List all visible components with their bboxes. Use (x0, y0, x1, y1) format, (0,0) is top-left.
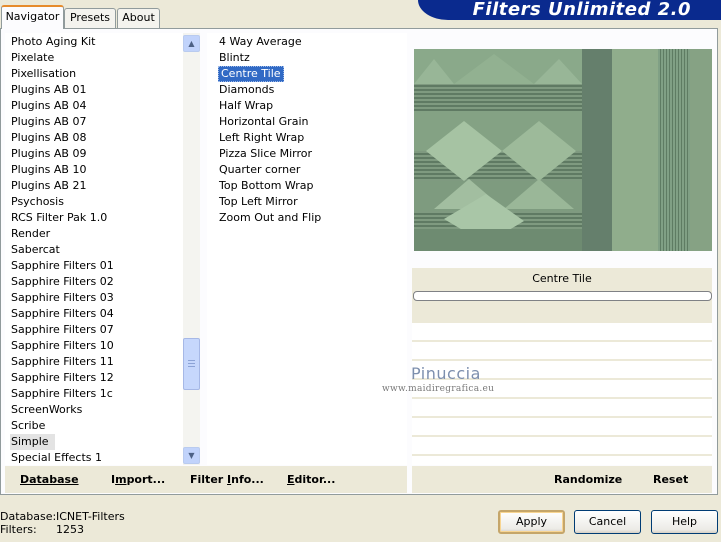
preview-image (414, 49, 712, 251)
filter-item[interactable]: Top Bottom Wrap (219, 178, 314, 194)
tab-navigator[interactable]: Navigator (1, 5, 64, 29)
category-item[interactable]: Pixellisation (11, 66, 76, 82)
category-item[interactable]: Special Effects 1 (11, 450, 102, 465)
filters-count: 1253 (56, 523, 84, 536)
category-item[interactable]: Sabercat (11, 242, 60, 258)
param-slot-2[interactable] (412, 342, 712, 359)
editor-button[interactable]: Editor... (287, 473, 335, 486)
scroll-thumb[interactable] (183, 338, 200, 390)
editor-label-post: ditor... (294, 473, 336, 486)
filter-item[interactable]: Half Wrap (219, 98, 273, 114)
category-item[interactable]: Sapphire Filters 12 (11, 370, 114, 386)
category-item[interactable]: Plugins AB 10 (11, 162, 86, 178)
category-item[interactable]: Psychosis (11, 194, 64, 210)
category-item[interactable]: Sapphire Filters 02 (11, 274, 114, 290)
category-item[interactable]: Plugins AB 21 (11, 178, 86, 194)
progress-bar (413, 291, 712, 301)
category-item[interactable]: Render (11, 226, 50, 242)
preview-filter-name: Centre Tile (532, 272, 592, 285)
filterinfo-label-pre: Filter (190, 473, 228, 486)
filterinfo-label-post: nfo... (231, 473, 264, 486)
filter-item[interactable]: 4 Way Average (219, 34, 302, 50)
filter-item[interactable]: Horizontal Grain (219, 114, 308, 130)
apply-button[interactable]: Apply (498, 510, 565, 534)
category-list[interactable]: Photo Aging Kit Pixelate Pixellisation Plug… (5, 33, 183, 465)
category-item[interactable]: RCS Filter Pak 1.0 (11, 210, 107, 226)
right-toolbar: Randomize Reset (412, 466, 712, 493)
import-label-post: port... (126, 473, 166, 486)
editor-label-hotkey: E (287, 473, 295, 486)
database-value: ICNET-Filters (56, 510, 125, 523)
help-button[interactable]: Help (651, 510, 718, 534)
scroll-down-button[interactable]: ▼ (183, 447, 200, 464)
category-item[interactable]: Plugins AB 08 (11, 130, 86, 146)
database-button[interactable]: Database (20, 473, 79, 486)
import-label-hotkey: m (115, 473, 127, 486)
database-label: Database: (0, 510, 57, 523)
filter-item[interactable]: Diamonds (219, 82, 274, 98)
cancel-button[interactable]: Cancel (574, 510, 641, 534)
randomize-button[interactable]: Randomize (554, 473, 622, 486)
category-item[interactable]: Photo Aging Kit (11, 34, 95, 50)
category-item[interactable]: Sapphire Filters 11 (11, 354, 114, 370)
filter-item[interactable]: Blintz (219, 50, 250, 66)
category-item[interactable]: Pixelate (11, 50, 54, 66)
category-item[interactable]: Sapphire Filters 1c (11, 386, 113, 402)
filter-item[interactable]: Left Right Wrap (219, 130, 304, 146)
category-item[interactable]: ScreenWorks (11, 402, 82, 418)
category-item[interactable]: Scribe (11, 418, 45, 434)
left-toolbar: Database Import... Filter Info... Editor… (5, 466, 407, 493)
watermark-url: www.maidiregrafica.eu (382, 384, 495, 394)
filter-item[interactable]: Top Left Mirror (219, 194, 298, 210)
filter-list[interactable]: 4 Way Average Blintz Centre Tile Diamonds Ha… (207, 33, 407, 465)
app-banner: Filters Unlimited 2.0 (418, 0, 721, 20)
param-slot-6[interactable] (412, 418, 712, 435)
category-item[interactable]: Sapphire Filters 04 (11, 306, 114, 322)
param-slot-1[interactable] (412, 323, 712, 340)
category-item[interactable]: Plugins AB 04 (11, 98, 86, 114)
filter-item[interactable]: Quarter corner (219, 162, 300, 178)
category-scrollbar[interactable]: ▲ ▼ (183, 33, 200, 465)
category-item[interactable]: Sapphire Filters 07 (11, 322, 114, 338)
category-item[interactable]: Plugins AB 01 (11, 82, 86, 98)
category-item[interactable]: Sapphire Filters 10 (11, 338, 114, 354)
filter-item[interactable]: Centre Tile (218, 66, 284, 82)
filter-item[interactable]: Zoom Out and Flip (219, 210, 321, 226)
filter-info-button[interactable]: Filter Info... (190, 473, 264, 486)
tab-presets[interactable]: Presets (64, 8, 116, 28)
import-button[interactable]: Import... (111, 473, 165, 486)
tab-about[interactable]: About (117, 8, 160, 28)
filters-label: Filters: (0, 523, 37, 536)
category-item[interactable]: Plugins AB 09 (11, 146, 86, 162)
banner-title: Filters Unlimited 2.0 (472, 0, 691, 20)
filter-item[interactable]: Pizza Slice Mirror (219, 146, 312, 162)
scroll-up-button[interactable]: ▲ (183, 35, 200, 52)
category-item[interactable]: Simple (10, 434, 55, 450)
reset-button[interactable]: Reset (653, 473, 688, 486)
category-item[interactable]: Plugins AB 07 (11, 114, 86, 130)
param-slot-5[interactable] (412, 399, 712, 416)
category-item[interactable]: Sapphire Filters 01 (11, 258, 114, 274)
watermark-name: Pinuccia (411, 364, 481, 383)
param-slot-7[interactable] (412, 437, 712, 454)
param-slot-8[interactable] (412, 456, 712, 465)
category-item[interactable]: Sapphire Filters 03 (11, 290, 114, 306)
